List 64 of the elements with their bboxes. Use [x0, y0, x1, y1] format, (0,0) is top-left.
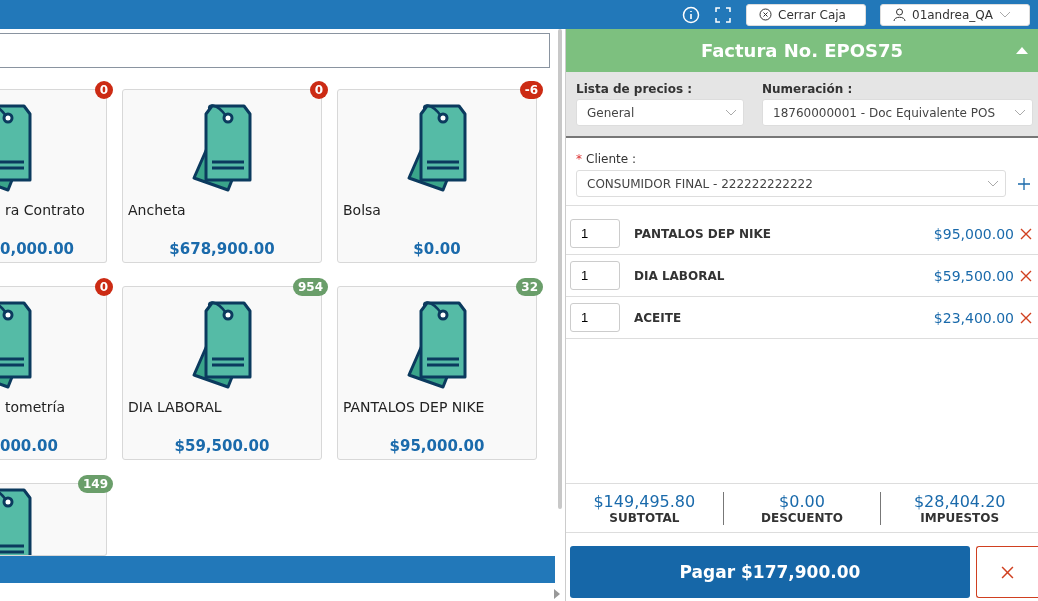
total-value: $28,404.20 — [913, 491, 1006, 511]
product-name: DIA LABORAL — [127, 399, 223, 415]
quantity-field[interactable]: 1 — [570, 303, 620, 332]
product-price: $0.00 — [412, 240, 462, 258]
close-icon — [1001, 565, 1014, 579]
scrollbar[interactable] — [558, 29, 562, 509]
product-price: 000.00 — [0, 437, 59, 455]
close-icon — [1020, 269, 1032, 282]
product-price: $59,500.00 — [173, 437, 271, 455]
stock-badge: 0 — [94, 81, 113, 99]
client-select[interactable]: CONSUMIDOR FINAL - 222222222222 — [576, 170, 1006, 197]
scroll-right-icon[interactable] — [553, 589, 561, 599]
product-price: $678,900.00 — [168, 240, 276, 258]
stock-badge: 0 — [94, 278, 113, 296]
cancel-button[interactable] — [976, 546, 1038, 598]
close-register-button[interactable]: Cerrar Caja — [746, 3, 866, 26]
user-icon — [893, 8, 906, 21]
pay-button[interactable]: Pagar $177,900.00 — [570, 546, 970, 598]
item-price: $23,400.00 — [933, 309, 1014, 326]
item-price: $95,000.00 — [933, 225, 1014, 242]
stock-badge: -6 — [519, 81, 543, 99]
user-menu-button[interactable]: 01andrea_QA — [880, 3, 1030, 26]
stock-badge: 32 — [516, 278, 543, 296]
field-label: Numeración : — [762, 82, 854, 96]
close-icon — [1020, 311, 1032, 324]
chevron-down-icon — [987, 179, 999, 188]
stock-badge: 0 — [309, 81, 328, 99]
info-icon[interactable] — [682, 5, 700, 24]
required-mark: * — [576, 152, 582, 166]
item-name: DIA LABORAL — [634, 268, 726, 283]
chevron-down-icon — [1014, 108, 1026, 117]
remove-item-button[interactable] — [1020, 227, 1032, 240]
item-price: $59,500.00 — [933, 267, 1014, 284]
product-price: $95,000.00 — [388, 437, 486, 455]
stock-badge: 149 — [77, 475, 113, 493]
chevron-down-icon — [998, 10, 1011, 19]
remove-item-button[interactable] — [1020, 311, 1032, 324]
product-name: Ancheta — [127, 202, 187, 218]
item-name: PANTALOS DEP NIKE — [634, 226, 772, 241]
item-name: ACEITE — [634, 310, 683, 325]
search-field[interactable] — [0, 33, 550, 68]
field-label: Lista de precios : — [576, 82, 694, 96]
close-circle-icon — [759, 8, 772, 21]
stock-badge: 954 — [292, 278, 328, 296]
chevron-down-icon — [725, 108, 737, 117]
total-label: DESCUENTO — [761, 510, 843, 525]
total-label: SUBTOTAL — [609, 510, 680, 525]
close-icon — [1020, 227, 1032, 240]
product-name: Bolsa — [342, 202, 382, 218]
quantity-field[interactable]: 1 — [570, 261, 620, 290]
total-label: IMPUESTOS — [920, 510, 1000, 525]
total-value: $0.00 — [779, 491, 825, 511]
product-name: ra Contrato — [4, 202, 86, 218]
price-list-select[interactable]: General — [576, 99, 744, 126]
quantity-field[interactable]: 1 — [570, 219, 620, 248]
fullscreen-icon[interactable] — [714, 5, 732, 24]
field-label: Cliente : — [586, 152, 636, 166]
product-name: PANTALOS DEP NIKE — [342, 399, 486, 415]
remove-item-button[interactable] — [1020, 269, 1032, 282]
add-icon[interactable] — [1018, 177, 1030, 190]
total-value: $149,495.80 — [593, 491, 696, 511]
product-name: tometría — [4, 399, 67, 415]
product-price: 0,000.00 — [0, 240, 76, 258]
numbering-select[interactable]: 18760000001 - Doc Equivalente POS — [762, 99, 1033, 126]
